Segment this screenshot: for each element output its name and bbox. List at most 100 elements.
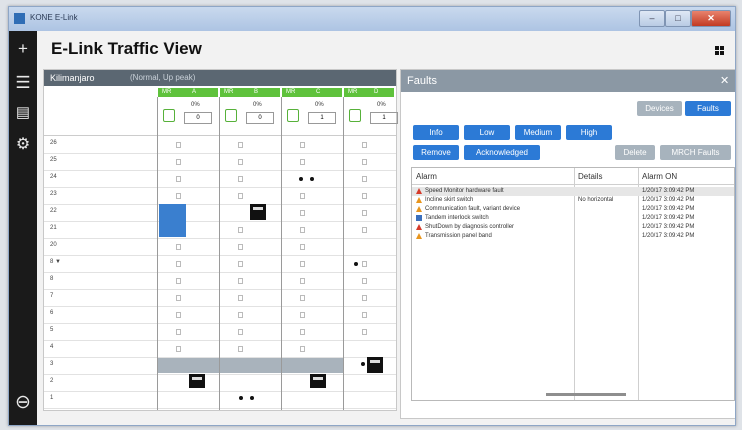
hall-call-button[interactable] (300, 346, 305, 352)
hall-call-button[interactable] (176, 346, 181, 352)
hall-call-button[interactable] (238, 278, 243, 284)
hall-call-button[interactable] (238, 295, 243, 301)
maximize-button[interactable]: □ (665, 10, 691, 27)
details-column-header[interactable]: Details (578, 172, 602, 181)
hall-call-button[interactable] (300, 142, 305, 148)
hall-call-button[interactable] (238, 346, 243, 352)
hall-call-button[interactable] (300, 261, 305, 267)
gear-icon[interactable]: ⚙ (13, 135, 33, 155)
hall-call-button[interactable] (362, 142, 367, 148)
hall-call-button[interactable] (238, 244, 243, 250)
hall-call-button[interactable] (300, 295, 305, 301)
own-faults-button[interactable]: MRCH Faults (660, 145, 731, 160)
filter-medium-button[interactable]: Medium (515, 125, 561, 140)
shaft-divider (157, 97, 158, 410)
faults-header: Faults ✕ (401, 70, 735, 92)
elevator-car-a[interactable] (159, 204, 186, 237)
hall-call-button[interactable] (238, 193, 243, 199)
hall-call-button[interactable] (176, 312, 181, 318)
car-band-c: MR C (282, 88, 342, 97)
grid-view-icon[interactable] (715, 46, 724, 55)
alarm-on-column-header[interactable]: Alarm ON (642, 172, 677, 181)
acknowledge-button[interactable]: Acknowledged (464, 145, 540, 160)
alarm-text: Tandem interlock switch (425, 215, 489, 221)
severity-high-icon (416, 188, 422, 194)
hall-call-button[interactable] (176, 142, 181, 148)
hall-call-button[interactable] (176, 261, 181, 267)
hall-call-button[interactable] (238, 159, 243, 165)
hall-call-button[interactable] (362, 193, 367, 199)
plus-icon[interactable]: + (13, 39, 33, 59)
table-row[interactable]: Transmission panel band 1/20/17 3:09:42 … (412, 232, 734, 241)
hall-call-button[interactable] (176, 295, 181, 301)
alarm-table: Alarm Details Alarm ON Speed Monitor har… (411, 167, 735, 401)
hall-call-button[interactable] (300, 244, 305, 250)
group-header: Kilimanjaro (Normal, Up peak) (44, 70, 396, 86)
car-icon (163, 109, 175, 122)
elevator-car-c[interactable] (310, 374, 326, 388)
hall-call-button[interactable] (300, 312, 305, 318)
hall-call-button[interactable] (300, 227, 305, 233)
hall-call-button[interactable] (238, 261, 243, 267)
hall-call-button[interactable] (362, 210, 367, 216)
filter-low-button[interactable]: Low (464, 125, 510, 140)
hall-call-button[interactable] (238, 142, 243, 148)
menu-icon[interactable]: ☰ (13, 73, 33, 93)
elevator-car-a2[interactable] (189, 374, 205, 388)
hall-call-button[interactable] (238, 176, 243, 182)
hall-call-button[interactable] (176, 193, 181, 199)
hall-call-button[interactable] (176, 244, 181, 250)
list-icon[interactable]: ▤ (13, 103, 33, 123)
filter-high-button[interactable]: High (566, 125, 612, 140)
hall-call-button[interactable] (238, 227, 243, 233)
table-row[interactable]: ShutDown by diagnosis controller 1/20/17… (412, 223, 734, 232)
alarm-column-header[interactable]: Alarm (416, 172, 437, 181)
horizontal-scrollbar[interactable] (546, 393, 626, 396)
delete-button[interactable]: Delete (615, 145, 655, 160)
car-header-a[interactable]: 0% 0 (158, 97, 218, 135)
table-row[interactable]: Communication fault, variant device 1/20… (412, 205, 734, 214)
close-icon[interactable]: ✕ (720, 74, 729, 87)
alarm-text: Transmission panel band (425, 233, 492, 239)
car-header-d[interactable]: 0% 1 (344, 97, 398, 135)
close-window-button[interactable]: ✕ (691, 10, 731, 27)
hall-call-button[interactable] (176, 176, 181, 182)
hall-call-button[interactable] (238, 329, 243, 335)
tab-faults[interactable]: Faults (685, 101, 731, 116)
hall-call-button[interactable] (362, 176, 367, 182)
hall-call-button[interactable] (362, 159, 367, 165)
hall-call-button[interactable] (362, 295, 367, 301)
hall-call-button[interactable] (176, 278, 181, 284)
car-band-a: MR A (158, 88, 218, 97)
car-icon (349, 109, 361, 122)
hall-call-button[interactable] (300, 278, 305, 284)
remove-button[interactable]: Remove (413, 145, 459, 160)
car-header-c[interactable]: 0% 1 (282, 97, 342, 135)
hall-call-button[interactable] (238, 312, 243, 318)
hall-call-button[interactable] (362, 312, 367, 318)
table-row[interactable]: Tandem interlock switch 1/20/17 3:09:42 … (412, 214, 734, 223)
car-call-dot (250, 396, 254, 400)
car-call-count: 0 (184, 112, 212, 124)
hall-call-button[interactable] (176, 159, 181, 165)
filter-info-button[interactable]: Info (413, 125, 459, 140)
hall-call-button[interactable] (300, 193, 305, 199)
hall-call-button[interactable] (300, 329, 305, 335)
table-row[interactable]: Speed Monitor hardware fault 1/20/17 3:0… (412, 187, 734, 196)
app-icon (14, 13, 25, 24)
car-header-b[interactable]: 0% 0 (220, 97, 280, 135)
alarm-time: 1/20/17 3:09:42 PM (642, 224, 695, 230)
hall-call-button[interactable] (362, 261, 367, 267)
elevator-car-d[interactable] (367, 357, 383, 373)
hall-call-button[interactable] (362, 278, 367, 284)
minus-circle-icon[interactable]: ⊖ (13, 393, 33, 413)
hall-call-button[interactable] (362, 329, 367, 335)
minimize-button[interactable]: – (639, 10, 665, 27)
hall-call-button[interactable] (176, 329, 181, 335)
hall-call-button[interactable] (300, 210, 305, 216)
elevator-car-b[interactable] (250, 204, 266, 220)
hall-call-button[interactable] (300, 159, 305, 165)
hall-call-button[interactable] (362, 227, 367, 233)
tab-devices[interactable]: Devices (637, 101, 682, 116)
table-row[interactable]: Incline skirt switch No horizontal 1/20/… (412, 196, 734, 205)
